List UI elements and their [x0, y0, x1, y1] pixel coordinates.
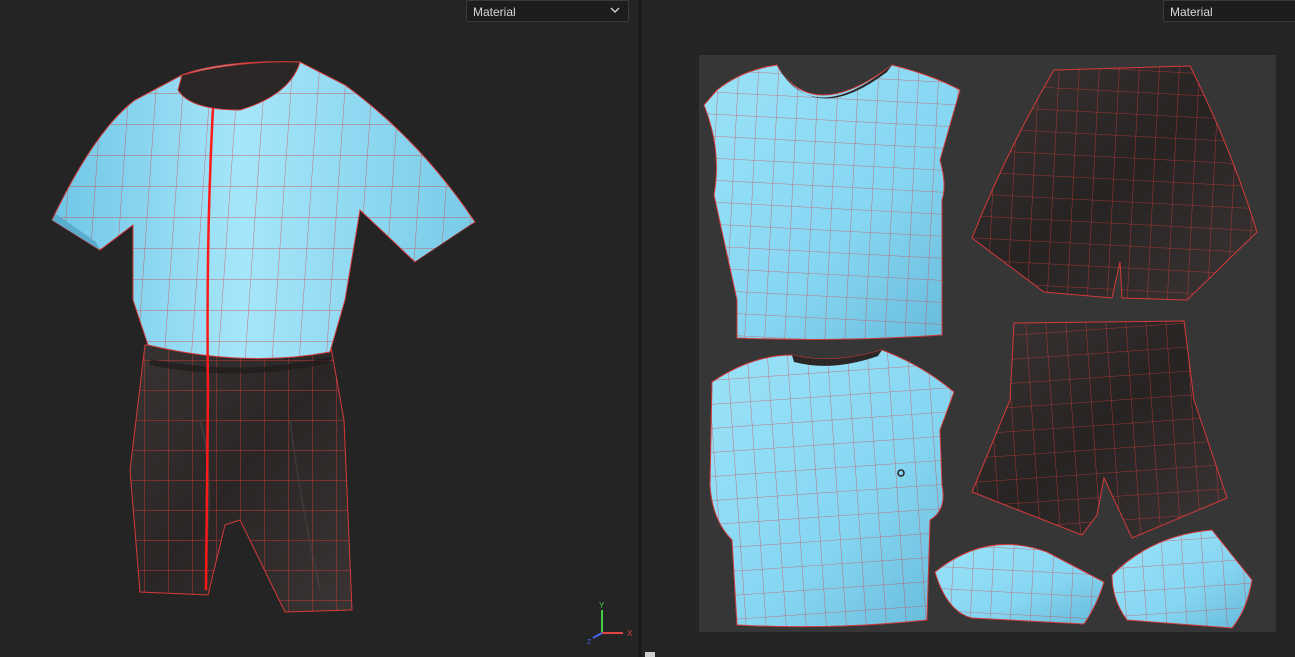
axis-z-line	[592, 632, 603, 639]
viewport-3d-shading-select[interactable]: Material	[466, 0, 629, 22]
chevron-down-icon	[610, 7, 620, 13]
axis-z-label: Z	[587, 639, 592, 645]
axis-gizmo: Y X Z	[587, 601, 633, 645]
viewport-2d-shading-select[interactable]: Material	[1163, 0, 1295, 22]
viewport-2d[interactable]: Material	[642, 0, 1295, 657]
pattern-shirt-back[interactable]	[709, 349, 955, 628]
shorts-3d	[129, 341, 353, 613]
avatar-garment-3d[interactable]	[0, 0, 638, 657]
resize-handle[interactable]	[645, 652, 655, 657]
axis-x-label: X	[627, 629, 633, 638]
shading-select-label: Material	[1170, 5, 1213, 19]
pattern-2d[interactable]	[642, 0, 1295, 657]
shading-select-label: Material	[473, 5, 516, 19]
viewport-3d[interactable]: Material Y X Z	[0, 0, 638, 657]
axis-y-label: Y	[599, 601, 605, 610]
pattern-shirt-front[interactable]	[703, 64, 961, 340]
